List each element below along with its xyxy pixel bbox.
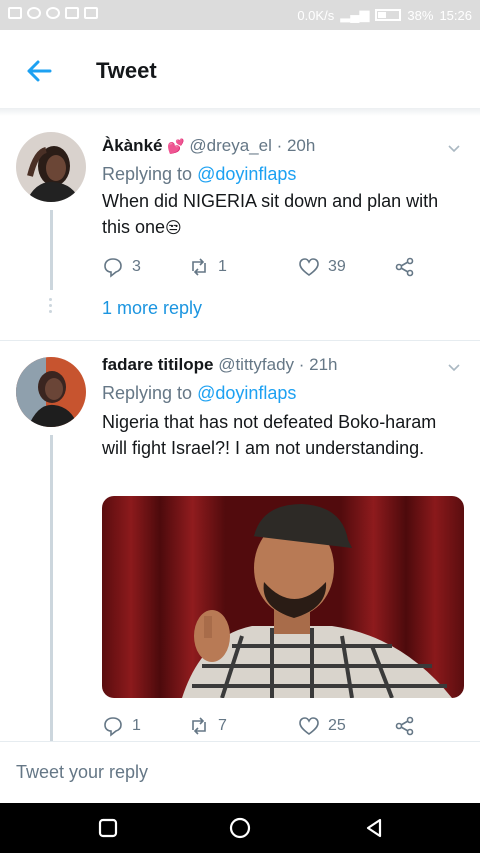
thread-line (50, 435, 53, 741)
retweet-count: 7 (218, 717, 227, 734)
replying-to: Replying to @doyinflaps (102, 164, 296, 185)
display-name[interactable]: Àkànké (102, 136, 162, 155)
home-button[interactable] (228, 816, 252, 840)
page-title: Tweet (96, 58, 157, 83)
facebook-icon (8, 7, 22, 19)
circle-icon (229, 817, 251, 839)
tweet-media[interactable] (102, 496, 464, 698)
signal-icon: ▂▄▆ (340, 7, 370, 22)
like-button[interactable]: 25 (298, 715, 346, 737)
tweet-text: Nigeria that has not defeated Boko-haram… (102, 412, 437, 458)
like-button[interactable]: 39 (298, 256, 346, 278)
avatar[interactable] (16, 357, 86, 427)
reply-icon (104, 258, 122, 278)
system-nav-bar (0, 803, 480, 853)
mention-link[interactable]: @doyinflaps (197, 383, 296, 403)
replying-prefix: Replying to (102, 383, 198, 403)
app-header: Tweet (0, 30, 480, 110)
reply-button[interactable]: 1 (102, 715, 141, 737)
tweet-header: fadare titilope @tittyfady · 21h (102, 355, 338, 375)
status-bar: 0.0K/s ▂▄▆ 38% 15:26 (0, 0, 480, 30)
clock: 15:26 (439, 7, 472, 23)
more-replies-link[interactable]: 1 more reply (102, 298, 202, 319)
battery-level: 38% (407, 7, 434, 23)
share-button[interactable] (394, 256, 416, 278)
message-icon (84, 7, 98, 19)
retweet-icon (192, 258, 206, 276)
notification-icons (8, 7, 98, 19)
tweet-reply-2[interactable]: fadare titilope @tittyfady · 21h Replyin… (0, 341, 480, 741)
replying-prefix: Replying to (102, 164, 198, 184)
battery-icon (375, 9, 402, 21)
display-name[interactable]: fadare titilope (102, 355, 213, 374)
retweet-icon (192, 717, 206, 735)
header-shadow (0, 108, 480, 116)
whatsapp-icon (46, 7, 60, 19)
thread-dots (48, 298, 54, 316)
square-icon (98, 818, 118, 838)
heart-icon (299, 258, 319, 276)
replying-to: Replying to @doyinflaps (102, 383, 296, 404)
back-button[interactable] (22, 54, 56, 88)
tweet-body: When did NIGERIA sit down and plan with … (102, 191, 439, 237)
tweet-reply-1[interactable]: Àkànké 💕 @dreya_el · 20h Replying to @do… (0, 116, 480, 340)
status-indicators: 0.0K/s ▂▄▆ 38% 15:26 (297, 7, 472, 23)
retweet-count: 1 (218, 258, 227, 275)
tweet-text: When did NIGERIA sit down and plan with … (102, 188, 442, 242)
retweet-button[interactable]: 1 (188, 256, 227, 278)
back-nav-button[interactable] (362, 816, 386, 840)
tweet-actions: 3 1 39 (102, 256, 432, 280)
handle-timestamp: @tittyfady · 21h (218, 355, 338, 374)
instagram-icon (27, 7, 41, 19)
reply-bar: Tweet your reply (0, 741, 480, 803)
reply-count: 3 (132, 258, 141, 275)
chevron-down-icon[interactable] (446, 140, 462, 156)
avatar[interactable] (16, 132, 86, 202)
share-icon (395, 257, 414, 277)
share-icon (395, 716, 414, 736)
triangle-back-icon (366, 818, 382, 838)
arrow-left-icon (27, 60, 52, 82)
media-image (102, 496, 464, 698)
chevron-down-icon[interactable] (446, 359, 462, 375)
thread-line (50, 210, 53, 290)
unamused-emoji: 😒 (165, 220, 182, 237)
reply-input[interactable]: Tweet your reply (16, 762, 148, 783)
like-count: 39 (328, 258, 346, 275)
avatar-image (16, 132, 86, 202)
reply-button[interactable]: 3 (102, 256, 141, 278)
retweet-button[interactable]: 7 (188, 715, 227, 737)
reply-icon (104, 717, 122, 737)
gallery-icon (65, 7, 79, 19)
reply-count: 1 (132, 717, 141, 734)
network-speed: 0.0K/s (297, 7, 335, 23)
tweet-actions: 1 7 25 (102, 715, 432, 739)
handle-timestamp: @dreya_el · 20h (189, 136, 316, 155)
tweet-header: Àkànké 💕 @dreya_el · 20h (102, 136, 315, 156)
recents-button[interactable] (96, 816, 120, 840)
like-count: 25 (328, 717, 346, 734)
mention-link[interactable]: @doyinflaps (197, 164, 296, 184)
heart-icon (299, 717, 319, 735)
share-button[interactable] (394, 715, 416, 737)
name-emoji: 💕 (167, 138, 185, 154)
avatar-image (16, 357, 86, 427)
